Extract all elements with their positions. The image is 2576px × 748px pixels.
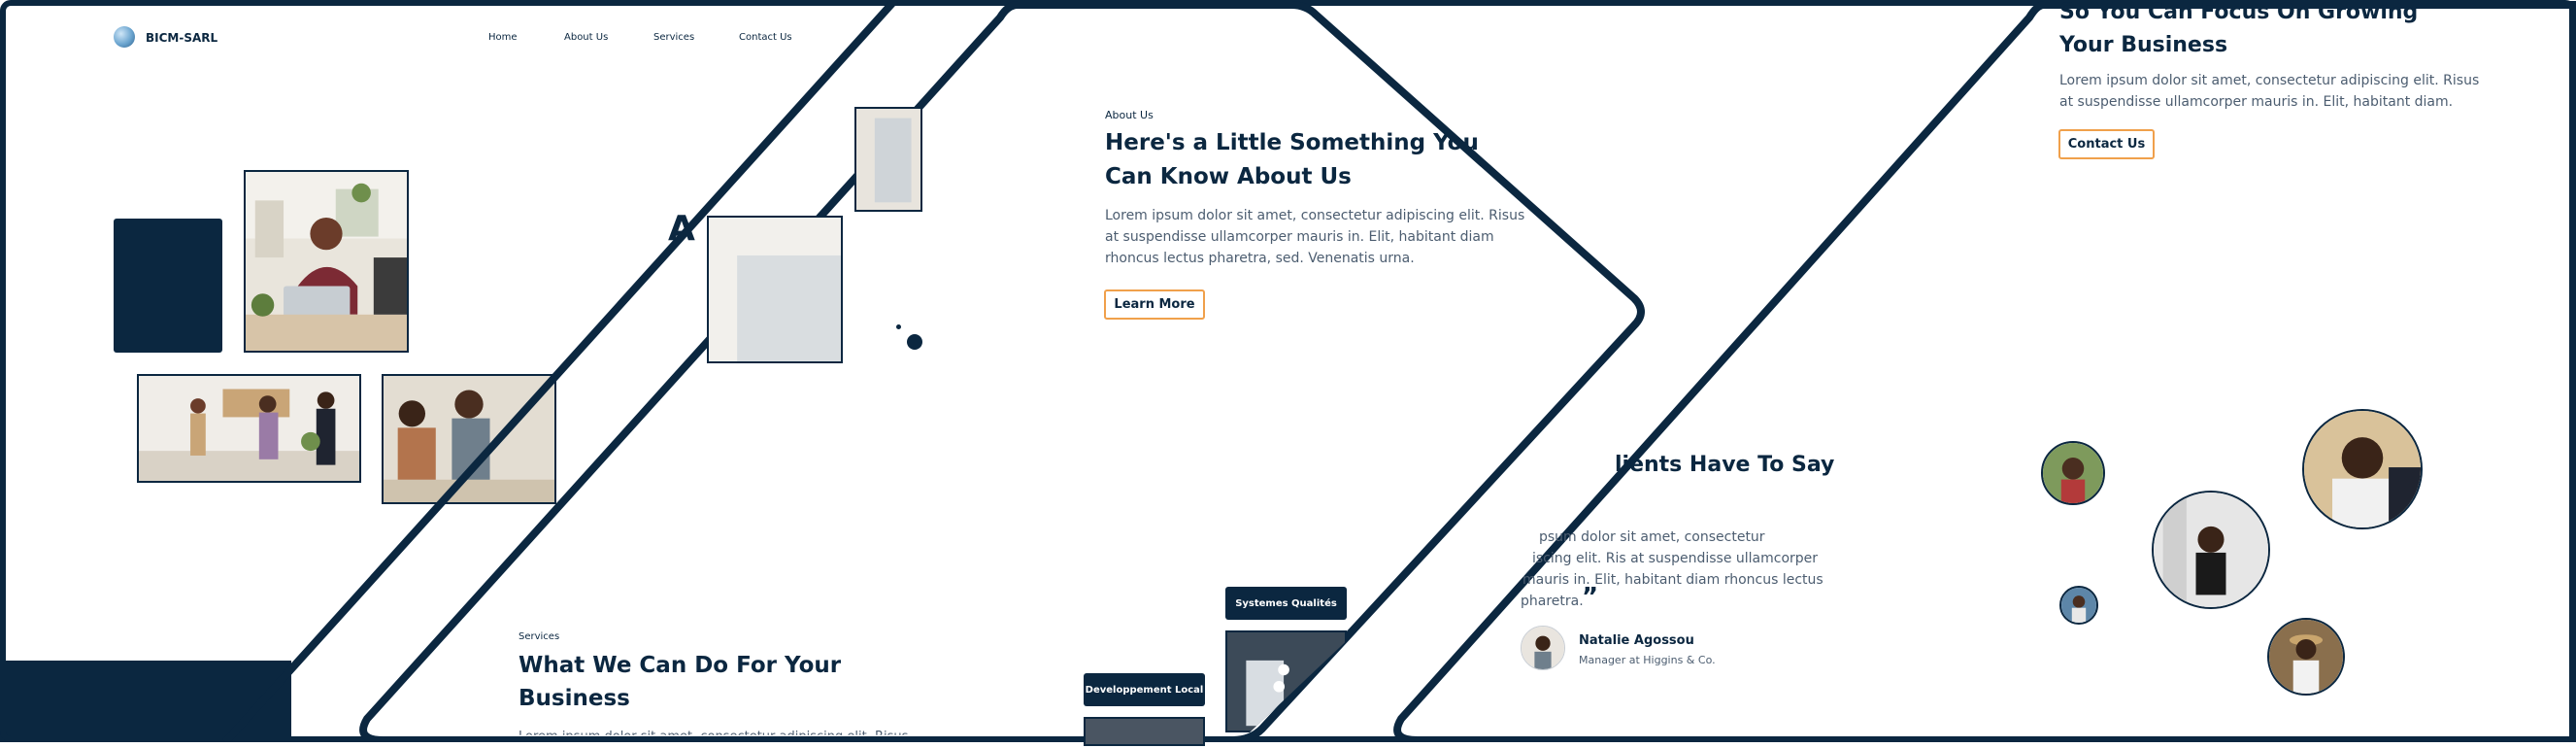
- service-tag-systemes-qualites[interactable]: Systemes Qualités: [1225, 587, 1347, 620]
- client-photo-1: [2041, 441, 2105, 505]
- contact-us-button[interactable]: Contact Us: [2058, 129, 2155, 159]
- about-photo-partial-mid: [707, 216, 843, 363]
- cta-heading-line2: Your Business: [2059, 33, 2228, 57]
- about-body-line2: at suspendisse ullamcorper mauris in. El…: [1105, 229, 1494, 245]
- about-eyebrow: About Us: [1105, 109, 1154, 121]
- cta-body-line2: at suspendisse ullamcorper mauris in. El…: [2059, 94, 2454, 110]
- client-photo-3: [2152, 491, 2270, 609]
- hero-heading-partial: A: [668, 209, 695, 249]
- testimonial-avatar: [1521, 626, 1565, 670]
- about-heading-line1: Here's a Little Something You: [1105, 130, 1479, 155]
- services-heading-line2: Business: [519, 686, 630, 711]
- client-photo-4: [2059, 586, 2098, 625]
- cta-body-line1: Lorem ipsum dolor sit amet, consectetur …: [2059, 73, 2480, 88]
- testimonials-body-line2: iscing elit. Ris at suspendisse ullamcor…: [1532, 551, 1819, 566]
- about-heading-line2: Can Know About Us: [1105, 164, 1352, 189]
- decor-dot-small: [896, 324, 901, 329]
- cta-heading-line1: So You Can Focus On Growing: [2059, 0, 2419, 24]
- about-body-line1: Lorem ipsum dolor sit amet, consectetur …: [1105, 208, 1525, 223]
- testimonials-body-line1: psum dolor sit amet, consectetur: [1539, 529, 1765, 545]
- client-photo-2: [2302, 409, 2423, 529]
- testimonials-body-line3: mauris in. Elit, habitant diam rhoncus l…: [1522, 572, 1823, 588]
- services-eyebrow: Services: [519, 631, 560, 642]
- quote-mark-icon: ”: [1582, 583, 1599, 612]
- testimonials-heading: lients Have To Say: [1615, 453, 1835, 477]
- about-body-line3: rhoncus lectus pharetra, sed. Venenatis …: [1105, 251, 1415, 266]
- learn-more-button[interactable]: Learn More: [1104, 289, 1205, 320]
- testimonial-person-name: Natalie Agossou: [1579, 633, 1694, 648]
- about-photo-partial-top: [854, 107, 922, 212]
- testimonial-person-role: Manager at Higgins & Co.: [1579, 654, 1716, 666]
- client-photo-5: [2267, 618, 2345, 696]
- decor-dot-large: [907, 334, 922, 350]
- services-heading-line1: What We Can Do For Your: [519, 653, 842, 678]
- testimonials-body-line4: pharetra.: [1521, 594, 1584, 609]
- service-tag-developpement-local[interactable]: Developpement Local: [1084, 673, 1205, 706]
